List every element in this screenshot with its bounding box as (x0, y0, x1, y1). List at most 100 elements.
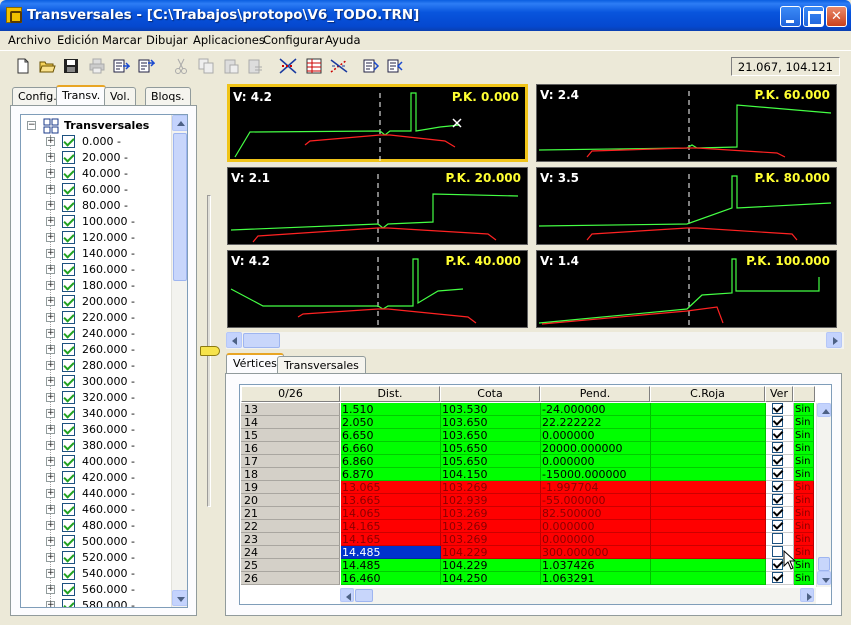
cell-croja[interactable] (651, 533, 766, 546)
cell-cota[interactable]: 104.229 (441, 559, 541, 572)
cell-cota[interactable]: 104.150 (441, 468, 541, 481)
sections-horizontal-scrollbar[interactable] (226, 332, 844, 349)
tree-item[interactable]: +520.000 - (21, 550, 171, 566)
scroll-down-button[interactable] (172, 590, 187, 606)
cell-dist[interactable]: 14.165 (341, 520, 441, 533)
expand-icon[interactable]: + (46, 169, 55, 178)
row-number[interactable]: 13 (241, 403, 340, 416)
expand-icon[interactable]: + (46, 569, 55, 578)
cell-pend[interactable]: 0.000000 (541, 520, 651, 533)
tree-item[interactable]: +400.000 - (21, 454, 171, 470)
visible-checkbox[interactable] (772, 494, 783, 505)
expand-icon[interactable]: + (46, 457, 55, 466)
visible-checkbox[interactable] (772, 429, 783, 440)
cell-extra[interactable]: Sin (794, 546, 814, 559)
tree-item[interactable]: +440.000 - (21, 486, 171, 502)
tree-item-checkbox[interactable] (62, 535, 75, 548)
tree-item[interactable]: +540.000 - (21, 566, 171, 582)
expand-icon[interactable]: + (46, 329, 55, 338)
scroll-right-button[interactable] (826, 332, 842, 348)
cell-croja[interactable] (651, 481, 766, 494)
tree-item[interactable]: +460.000 - (21, 502, 171, 518)
tree-item-checkbox[interactable] (62, 215, 75, 228)
tree-item[interactable]: +380.000 - (21, 438, 171, 454)
cell-pend[interactable]: 0.000000 (541, 455, 651, 468)
cell-dist[interactable]: 16.460 (341, 572, 441, 585)
expand-icon[interactable]: + (46, 153, 55, 162)
tree-item-checkbox[interactable] (62, 359, 75, 372)
expand-icon[interactable]: + (46, 185, 55, 194)
cut-icon[interactable] (172, 57, 190, 75)
tree-item-checkbox[interactable] (62, 471, 75, 484)
expand-icon[interactable]: + (46, 553, 55, 562)
row-number[interactable]: 23 (241, 533, 340, 546)
expand-icon[interactable]: + (46, 537, 55, 546)
zoom-slider-thumb[interactable] (200, 346, 220, 356)
grid-header-pend[interactable]: Pend. (540, 386, 650, 402)
paste-special-icon[interactable] (246, 57, 264, 75)
grid-scroll-thumb[interactable] (818, 557, 830, 571)
visible-checkbox[interactable] (772, 468, 783, 479)
cell-dist[interactable]: 14.485 (341, 546, 441, 559)
cell-ver[interactable] (766, 442, 794, 455)
cell-dist[interactable]: 2.050 (341, 416, 441, 429)
tree-item[interactable]: +80.000 - (21, 198, 171, 214)
table-row[interactable]: 21 14.065 103.269 82.500000 Sin (241, 507, 821, 520)
export-section-alt-icon[interactable] (386, 57, 404, 75)
cell-croja[interactable] (651, 455, 766, 468)
save-icon[interactable] (62, 57, 80, 75)
cell-croja[interactable] (651, 520, 766, 533)
cell-ver[interactable] (766, 533, 794, 546)
cell-croja[interactable] (651, 442, 766, 455)
collapse-icon[interactable]: − (27, 121, 36, 130)
table-row[interactable]: 24 14.485 104.229 300.000000 Sin (241, 546, 821, 559)
section-panel-4[interactable]: V: 4.2 P.K. 40.000 (227, 250, 528, 328)
expand-icon[interactable]: + (46, 249, 55, 258)
tree-item-checkbox[interactable] (62, 551, 75, 564)
expand-icon[interactable]: + (46, 489, 55, 498)
cell-ver[interactable] (766, 416, 794, 429)
cell-ver[interactable] (766, 507, 794, 520)
section-panel-1[interactable]: V: 2.4 P.K. 60.000 (536, 84, 837, 162)
grid-scroll-up-button[interactable] (817, 403, 831, 417)
tree-item[interactable]: +580.000 - (21, 598, 171, 607)
expand-icon[interactable]: + (46, 233, 55, 242)
cell-ver[interactable] (766, 572, 794, 585)
table-row[interactable]: 22 14.165 103.269 0.000000 Sin (241, 520, 821, 533)
open-folder-icon[interactable] (38, 57, 56, 75)
visible-checkbox[interactable] (772, 572, 783, 583)
tree-item[interactable]: +160.000 - (21, 262, 171, 278)
expand-icon[interactable]: + (46, 297, 55, 306)
tree-scroll-thumb[interactable] (173, 133, 187, 281)
cell-dist[interactable]: 1.510 (341, 403, 441, 416)
grid-horizontal-scrollbar[interactable] (340, 588, 816, 604)
cell-cota[interactable]: 103.269 (441, 507, 541, 520)
expand-icon[interactable]: + (46, 585, 55, 594)
cell-ver[interactable] (766, 429, 794, 442)
cell-dist[interactable]: 6.660 (341, 442, 441, 455)
scroll-left-button[interactable] (226, 332, 242, 348)
grid-header-croja[interactable]: C.Roja (650, 386, 765, 402)
cell-extra[interactable]: Sin (794, 455, 814, 468)
copy-icon[interactable] (197, 57, 215, 75)
expand-icon[interactable]: + (46, 361, 55, 370)
expand-icon[interactable]: + (46, 201, 55, 210)
export-alt-icon[interactable] (137, 57, 156, 75)
title-bar[interactable]: Transversales - [C:\Trabajos\protopo\V6_… (0, 0, 851, 31)
cell-ver[interactable] (766, 520, 794, 533)
cell-pend[interactable]: 82.500000 (541, 507, 651, 520)
tree-item-checkbox[interactable] (62, 343, 75, 356)
cell-cota[interactable]: 105.650 (441, 442, 541, 455)
menu-dibujar[interactable]: Dibujar (146, 33, 188, 47)
expand-icon[interactable]: + (46, 377, 55, 386)
cell-dist[interactable]: 6.650 (341, 429, 441, 442)
cell-cota[interactable]: 105.650 (441, 455, 541, 468)
tree-item[interactable]: +20.000 - (21, 150, 171, 166)
expand-icon[interactable]: + (46, 137, 55, 146)
row-number[interactable]: 24 (241, 546, 340, 559)
expand-icon[interactable]: + (46, 425, 55, 434)
row-number[interactable]: 21 (241, 507, 340, 520)
tree-item[interactable]: +320.000 - (21, 390, 171, 406)
cell-croja[interactable] (651, 468, 766, 481)
row-number[interactable]: 16 (241, 442, 340, 455)
